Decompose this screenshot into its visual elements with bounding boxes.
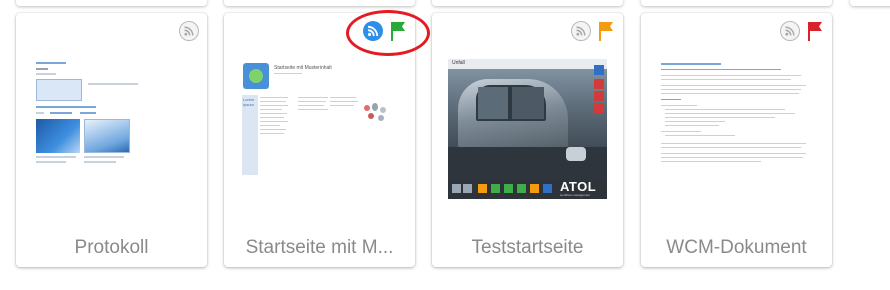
card-title: WCM-Dokument	[666, 237, 807, 258]
document-thumbnail: Unfall ATOL workflow management	[448, 59, 607, 209]
thumbnail-sidebar-heading: Lorem Ipsum	[243, 97, 255, 107]
thumbnail-title: Startseite mit Musterinhalt	[274, 65, 332, 71]
previous-row-card-edge	[850, 0, 890, 6]
thumbnail-logo-sub: workflow management	[560, 193, 591, 197]
thumbnail-logo: ATOL	[560, 179, 597, 194]
document-thumbnail	[657, 59, 816, 209]
document-card-protokoll[interactable]: Protokoll	[16, 13, 207, 267]
document-thumbnail: Startseite mit Musterinhalt Lorem Ipsum	[240, 59, 399, 209]
card-title: Startseite mit M...	[245, 237, 394, 258]
thumbnail-mini-title: Unfall	[452, 60, 465, 66]
previous-row-card-edge	[641, 0, 832, 6]
orange-flag-icon[interactable]	[597, 21, 615, 41]
highlight-circle	[346, 10, 430, 56]
rss-icon[interactable]	[571, 21, 591, 41]
previous-row-card-edge	[16, 0, 207, 6]
card-title: Teststartseite	[471, 237, 584, 258]
rss-icon[interactable]	[179, 21, 199, 41]
document-card-teststartseite[interactable]: Unfall ATOL workflow management Teststar…	[432, 13, 623, 267]
document-card-wcm-dokument[interactable]: WCM-Dokument	[641, 13, 832, 267]
previous-row-card-edge	[432, 0, 623, 6]
previous-row-card-edge	[224, 0, 415, 6]
card-title: Protokoll	[74, 237, 149, 258]
document-thumbnail	[32, 59, 191, 209]
rss-icon[interactable]	[780, 21, 800, 41]
red-flag-icon[interactable]	[806, 21, 824, 41]
